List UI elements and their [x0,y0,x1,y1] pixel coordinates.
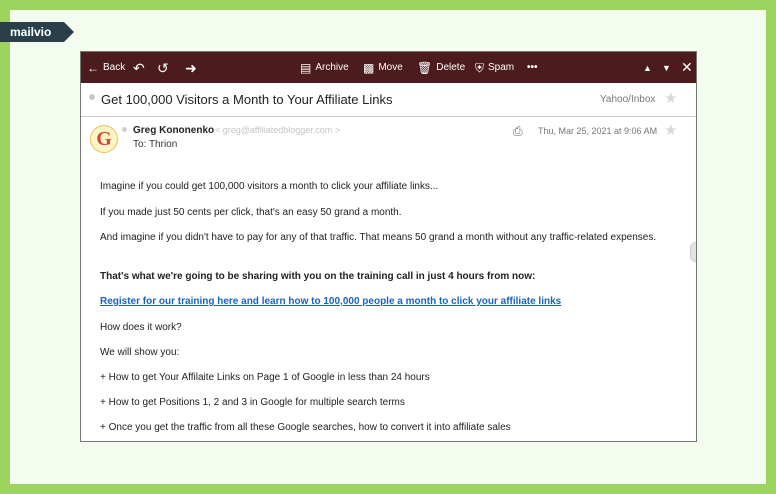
delete-label: Delete [436,62,466,73]
body-list-item: + How to get Positions 1, 2 and 3 in Goo… [100,397,405,408]
body-paragraph: How does it work? [100,322,182,333]
body-list-item: + How to get Your Affilaite Links on Pag… [100,372,430,383]
email-subject: Get 100,000 Visitors a Month to Your Aff… [101,92,393,107]
body-paragraph: If you made just 50 cents per click, tha… [100,207,402,218]
trash-icon: 🗑 [417,60,433,75]
brand-name: mailvio [10,25,52,39]
message-date: Thu, Mar 25, 2021 at 9:06 AM [538,126,658,136]
folder-move-icon: ▩ [363,60,375,75]
sender-name[interactable]: Greg Kononenko [133,125,214,136]
subject-bar: Get 100,000 Visitors a Month to Your Aff… [81,83,696,117]
body-paragraph: We will show you: [100,347,180,358]
message-star-icon[interactable]: ★ [664,121,677,139]
close-icon[interactable]: ✕ [681,59,693,76]
register-training-link[interactable]: Register for our training here and learn… [100,295,660,309]
avatar: G [90,125,118,153]
archive-label: Archive [315,62,349,73]
brand-logo: mailvio [0,22,74,42]
previous-message-arrow-icon[interactable]: ▲ [643,63,652,73]
more-actions-button[interactable]: ••• [527,62,538,73]
next-message-arrow-icon[interactable]: ▼ [662,63,671,73]
star-icon[interactable]: ★ [664,89,677,107]
sender-email[interactable]: < greg@affiliatedblogger.com > [215,125,340,135]
archive-icon: ▤ [300,60,312,75]
spam-button[interactable]: ⛨ Spam [475,62,514,74]
body-paragraph: And imagine if you didn't have to pay fo… [100,232,657,243]
body-paragraph: Imagine if you could get 100,000 visitor… [100,181,439,192]
reply-all-button[interactable]: ↺ [157,61,169,75]
forward-button[interactable]: ➜ [185,61,197,75]
scroll-handle[interactable] [690,242,696,262]
message-header: G Greg Kononenko < greg@affiliatedblogge… [81,117,696,167]
reply-button[interactable]: ↶ [133,61,145,75]
spam-label: Spam [488,62,515,73]
delete-button[interactable]: 🗑 Delete [417,62,465,74]
recipient-line: To: Thrion [133,139,178,150]
move-button[interactable]: ▩ Move [363,62,403,74]
back-button[interactable]: ← Back [87,62,125,74]
move-label: Move [378,62,403,73]
shield-icon: ⛨ [475,60,485,75]
unread-dot-icon [89,94,95,100]
print-icon[interactable]: ⎙ [513,124,523,139]
back-label: Back [103,62,126,73]
email-window: ← Back ↶ ↺ ➜ ▤ Archive ▩ Move 🗑 Delete ⛨… [80,51,697,442]
folder-label: Yahoo/Inbox [600,94,656,105]
archive-button[interactable]: ▤ Archive [300,62,349,74]
body-paragraph-bold: That's what we're going to be sharing wi… [100,271,536,282]
body-list-item: + Once you get the traffic from all thes… [100,422,511,433]
email-toolbar: ← Back ↶ ↺ ➜ ▤ Archive ▩ Move 🗑 Delete ⛨… [81,52,696,83]
sender-status-dot-icon [122,127,127,132]
arrow-left-icon: ← [87,60,99,75]
